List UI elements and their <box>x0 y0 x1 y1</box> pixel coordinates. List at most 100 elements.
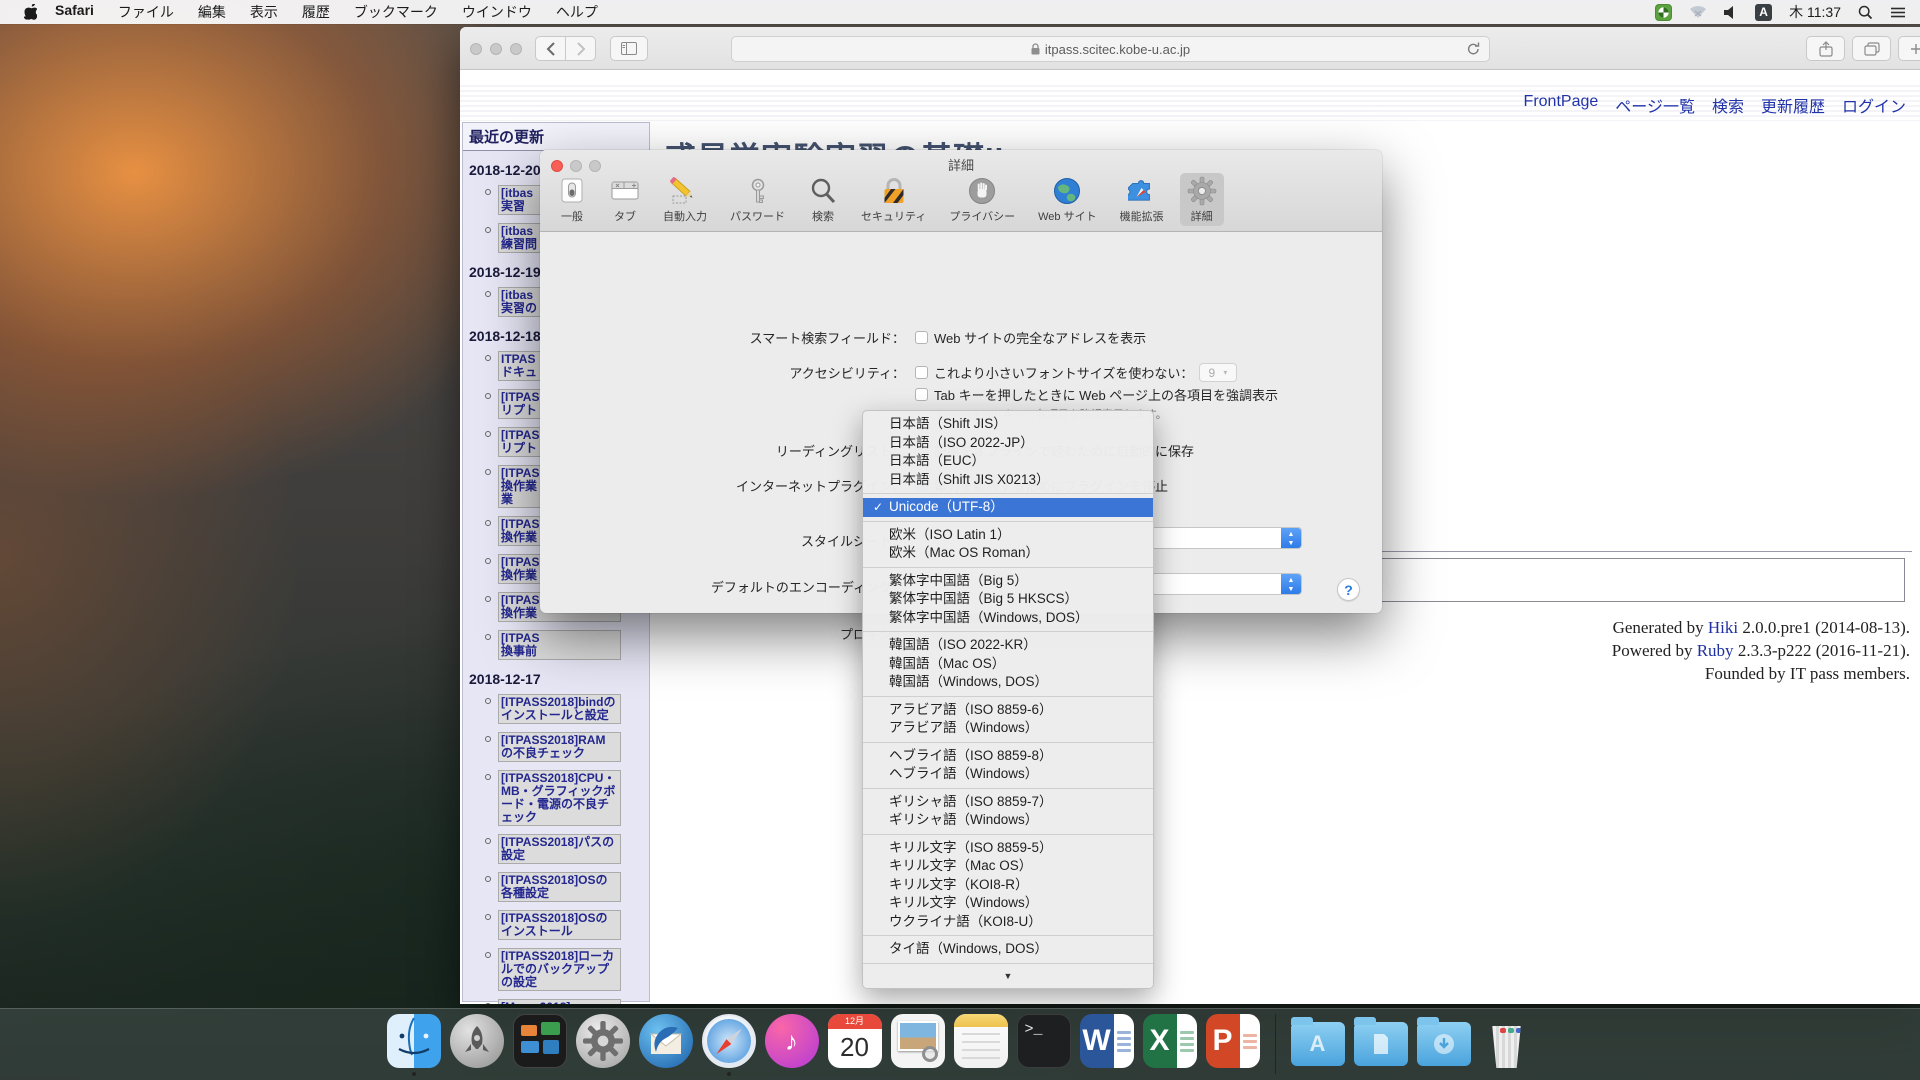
menu-item-4[interactable]: ✓Unicode（UTF-8） <box>863 498 1153 517</box>
menu-item-0[interactable]: 日本語（Shift JIS） <box>863 415 1153 434</box>
notification-center-icon[interactable] <box>1890 6 1906 19</box>
menu-item-17[interactable]: ギリシャ語（ISO 8859-7） <box>863 793 1153 812</box>
prefs-tab-advanced[interactable]: 詳細 <box>1180 173 1224 226</box>
dock-safari-icon[interactable] <box>702 1014 756 1068</box>
sidebar-page-link[interactable]: [ITPASS2018]CPU・MB・グラフィックボード・電源の不良チェック <box>498 770 621 826</box>
sidebar-page-link[interactable]: [ITPASS2018]OSのインストール <box>498 910 621 940</box>
zoom-window-button[interactable] <box>510 43 522 55</box>
menu-item-22[interactable]: キリル文字（Windows） <box>863 894 1153 913</box>
tab-overview-button[interactable] <box>1852 36 1891 61</box>
prefs-tab-security[interactable]: セキュリティ <box>854 173 933 226</box>
prefs-tab-general[interactable]: 一般 <box>550 173 594 226</box>
smart-search-checkbox[interactable] <box>915 331 928 344</box>
nav-link-0[interactable]: FrontPage <box>1524 93 1599 117</box>
dock-word-icon[interactable]: W <box>1080 1014 1134 1068</box>
minimize-window-button[interactable] <box>490 43 502 55</box>
min-font-size-checkbox[interactable] <box>915 366 928 379</box>
prefs-tab-search[interactable]: 検索 <box>801 173 845 226</box>
menu-item-21[interactable]: キリル文字（KOI8-R） <box>863 876 1153 895</box>
dock-launchpad-icon[interactable] <box>450 1014 504 1068</box>
menu-item-2[interactable]: 日本語（EUC） <box>863 452 1153 471</box>
sidebar-toggle-button[interactable] <box>610 36 648 61</box>
menu-item-15[interactable]: ヘブライ語（ISO 8859-8） <box>863 747 1153 766</box>
tab-highlight-checkbox[interactable] <box>915 388 928 401</box>
new-tab-button[interactable] <box>1898 36 1920 61</box>
sidebar-page-link[interactable]: [ITPASS2018]bindのインストールと設定 <box>498 694 621 724</box>
prefs-tab-websites[interactable]: Web サイト <box>1031 173 1103 226</box>
sidebar-page-link[interactable]: [Memo2018][ITPASS]サーバ交換作業 (tako) <box>498 999 621 1004</box>
back-button[interactable] <box>535 36 566 61</box>
help-button[interactable]: ? <box>1337 578 1360 601</box>
close-window-button[interactable] <box>470 43 482 55</box>
input-source-icon[interactable]: A <box>1755 4 1772 21</box>
menu-item-9[interactable]: 繁体字中国語（Windows, DOS） <box>863 609 1153 628</box>
nav-link-3[interactable]: 更新履歴 <box>1761 93 1825 117</box>
address-bar[interactable]: itpass.scitec.kobe-u.ac.jp <box>731 36 1490 62</box>
dock-finder-icon[interactable] <box>387 1014 441 1068</box>
menu-item-19[interactable]: キリル文字（ISO 8859-5） <box>863 839 1153 858</box>
menu-2[interactable]: 編集 <box>186 2 238 22</box>
dock-trash-icon[interactable] <box>1480 1014 1534 1068</box>
menu-item-7[interactable]: 繁体字中国語（Big 5） <box>863 572 1153 591</box>
menu-item-24[interactable]: タイ語（Windows, DOS） <box>863 940 1153 959</box>
menu-app[interactable]: Safari <box>43 2 106 22</box>
wifi-icon[interactable] <box>1689 5 1707 19</box>
menubar-clock[interactable]: 木 11:37 <box>1789 2 1841 22</box>
menu-item-23[interactable]: ウクライナ語（KOI8-U） <box>863 913 1153 932</box>
sidebar-page-link[interactable]: [ITPASS2018]ローカルでのバックアップの設定 <box>498 948 621 991</box>
prefs-tab-autofill[interactable]: 自動入力 <box>656 173 714 226</box>
nav-link-1[interactable]: ページ一覧 <box>1615 93 1695 117</box>
footer-link[interactable]: Hiki <box>1708 618 1738 637</box>
menu-3[interactable]: 表示 <box>238 2 290 22</box>
prefs-tab-privacy[interactable]: プライバシー <box>942 173 1022 226</box>
dock-preview-icon[interactable] <box>891 1014 945 1068</box>
dock-downloads-folder-icon[interactable] <box>1417 1014 1471 1068</box>
dock-system-preferences-icon[interactable] <box>576 1014 630 1068</box>
forward-button[interactable] <box>565 36 596 61</box>
footer-link[interactable]: Ruby <box>1697 641 1734 660</box>
prefs-tab-extensions[interactable]: 機能拡張 <box>1113 173 1171 226</box>
menu-item-20[interactable]: キリル文字（Mac OS） <box>863 857 1153 876</box>
dock-calendar-icon[interactable]: 12月20 <box>828 1014 882 1068</box>
menu-5[interactable]: ブックマーク <box>342 2 450 22</box>
nav-link-2[interactable]: 検索 <box>1712 93 1744 117</box>
dock-applications-folder-icon[interactable]: A <box>1291 1014 1345 1068</box>
dock-thunderbird-icon[interactable] <box>639 1014 693 1068</box>
menu-item-10[interactable]: 韓国語（ISO 2022-KR） <box>863 636 1153 655</box>
sidebar-page-link[interactable]: [ITPASS2018]パスの設定 <box>498 834 621 864</box>
menu-1[interactable]: ファイル <box>106 2 186 22</box>
volume-icon[interactable] <box>1724 6 1738 19</box>
menu-item-5[interactable]: 欧米（ISO Latin 1） <box>863 526 1153 545</box>
menu-item-12[interactable]: 韓国語（Windows, DOS） <box>863 673 1153 692</box>
menu-item-14[interactable]: アラビア語（Windows） <box>863 719 1153 738</box>
share-button[interactable] <box>1806 36 1845 61</box>
dock-excel-icon[interactable]: X <box>1143 1014 1197 1068</box>
menu-scroll-down-icon[interactable]: ▼ <box>863 968 1153 984</box>
reload-icon[interactable] <box>1467 41 1480 56</box>
prefs-tab-passwords[interactable]: パスワード <box>723 173 792 226</box>
sidebar-page-link[interactable]: [ITPASS2018]OSの各種設定 <box>498 872 621 902</box>
menu-item-13[interactable]: アラビア語（ISO 8859-6） <box>863 701 1153 720</box>
sidebar-page-link[interactable]: [ITPASS2018]RAM の不良チェック <box>498 732 621 762</box>
menu-item-3[interactable]: 日本語（Shift JIS X0213） <box>863 471 1153 490</box>
menu-item-8[interactable]: 繁体字中国語（Big 5 HKSCS） <box>863 590 1153 609</box>
dock-notes-icon[interactable] <box>954 1014 1008 1068</box>
dock-terminal-icon[interactable]: >_ <box>1017 1014 1071 1068</box>
menu-7[interactable]: ヘルプ <box>544 2 610 22</box>
dock-mission-control-icon[interactable] <box>513 1014 567 1068</box>
menu-4[interactable]: 履歴 <box>290 2 342 22</box>
dock-documents-folder-icon[interactable] <box>1354 1014 1408 1068</box>
dock-powerpoint-icon[interactable]: P <box>1206 1014 1260 1068</box>
font-size-select[interactable]: 9▾ <box>1199 363 1237 382</box>
dock-itunes-icon[interactable]: ♪ <box>765 1014 819 1068</box>
menu-item-1[interactable]: 日本語（ISO 2022-JP） <box>863 434 1153 453</box>
nav-link-4[interactable]: ログイン <box>1842 93 1906 117</box>
apple-menu-icon[interactable] <box>18 4 43 20</box>
app-status-icon[interactable] <box>1655 4 1672 21</box>
prefs-tab-tabs[interactable]: タブ <box>603 173 647 226</box>
menu-item-18[interactable]: ギリシャ語（Windows） <box>863 811 1153 830</box>
menu-item-11[interactable]: 韓国語（Mac OS） <box>863 655 1153 674</box>
spotlight-icon[interactable] <box>1858 5 1873 20</box>
menu-item-6[interactable]: 欧米（Mac OS Roman） <box>863 544 1153 563</box>
menu-6[interactable]: ウインドウ <box>450 2 544 22</box>
